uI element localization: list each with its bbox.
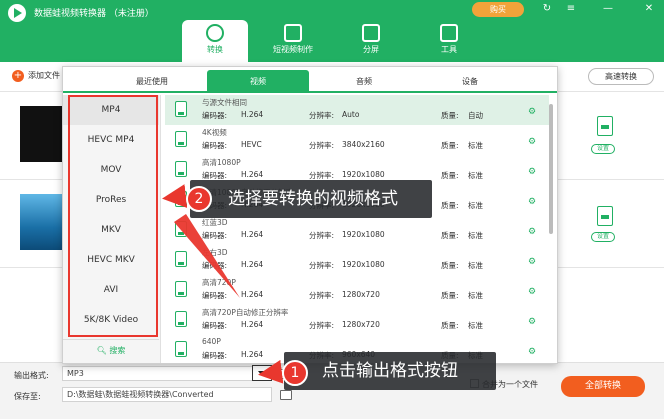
callout-choose-format-text: 选择要转换的视频格式 [228,189,398,209]
arrow-to-dropdown [258,359,284,384]
step-2-badge: 2 [186,186,212,212]
step-1-badge: 1 [282,360,308,386]
callout-click-output-format-text: 点击输出格式按钮 [322,361,458,381]
callout-click-output-format: 点击输出格式按钮 [284,352,496,390]
arrow-to-format-list [162,184,188,208]
callout-choose-format: 选择要转换的视频格式 [190,180,432,218]
arrow-wedge [174,214,240,298]
